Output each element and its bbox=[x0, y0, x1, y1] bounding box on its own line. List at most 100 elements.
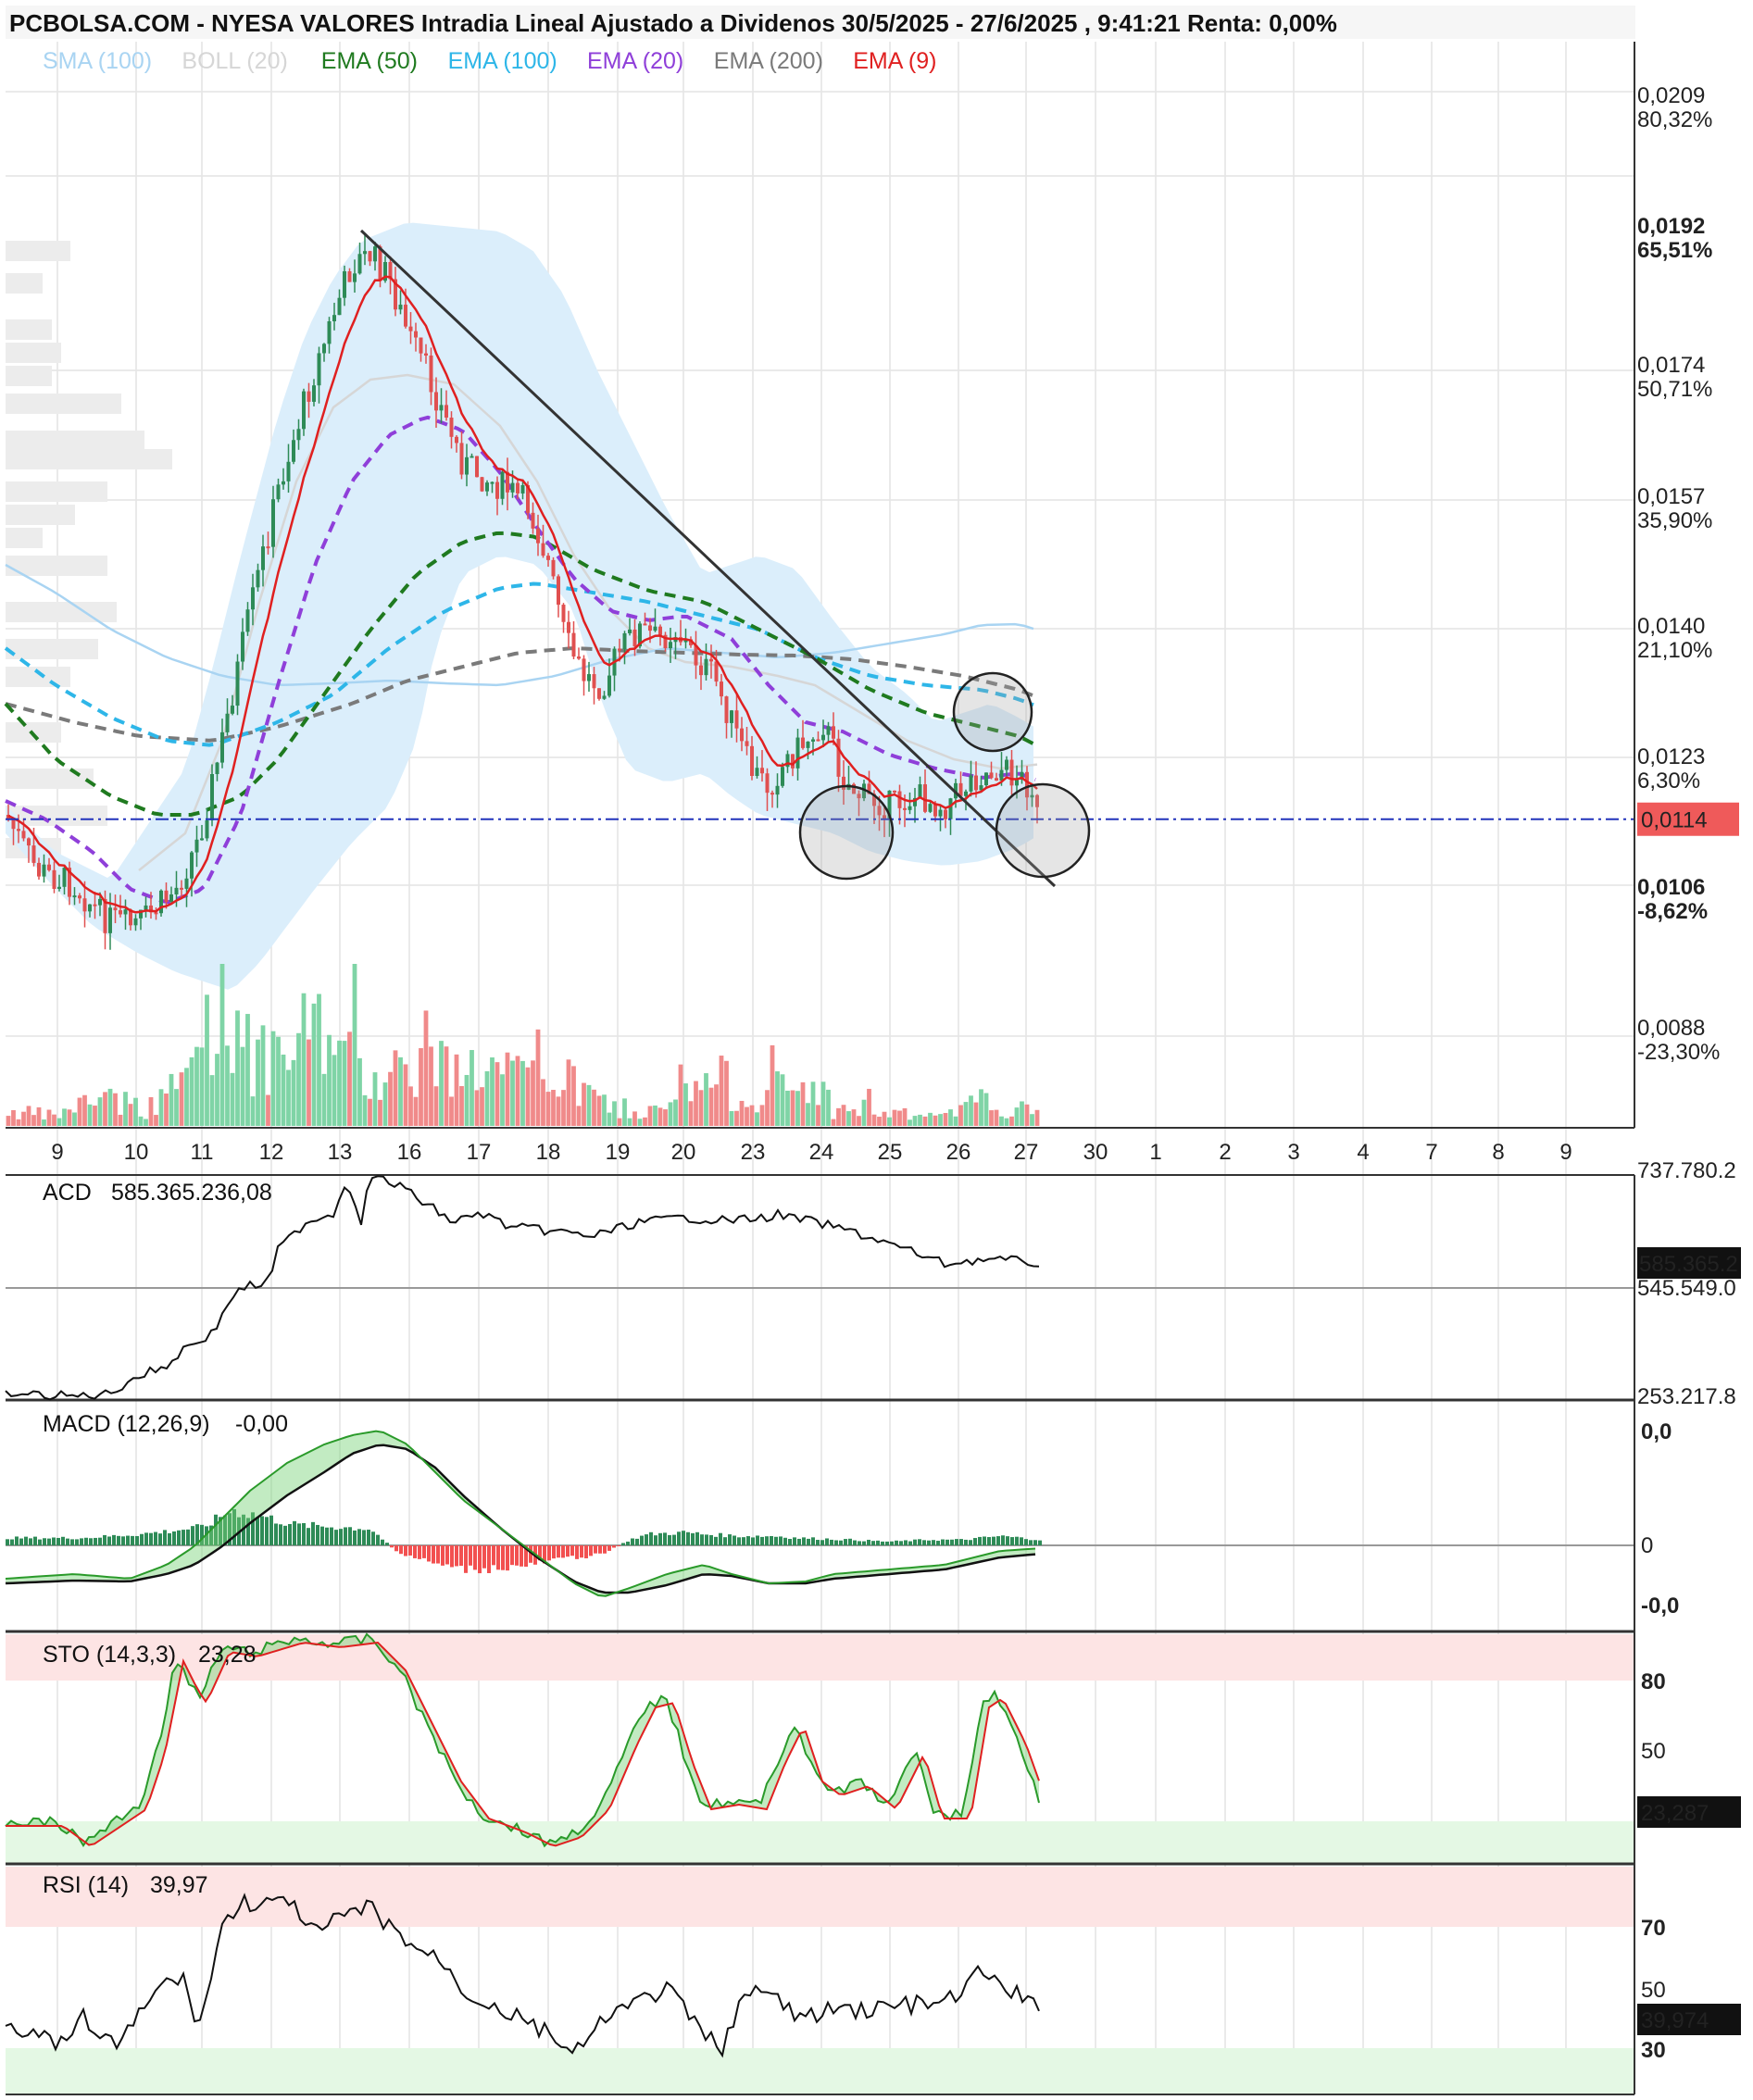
candle-body-192 bbox=[984, 772, 988, 786]
macd-hist-108 bbox=[506, 1545, 509, 1571]
volume-bar-32 bbox=[169, 1073, 174, 1126]
candle-body-97 bbox=[500, 471, 505, 499]
candle-body-78 bbox=[404, 305, 407, 327]
macd-hist-28 bbox=[135, 1535, 139, 1545]
candle-body-29 bbox=[154, 912, 158, 915]
volume-bar-165 bbox=[846, 1111, 851, 1126]
macd-hist-82 bbox=[385, 1543, 389, 1545]
macd-hist-33 bbox=[158, 1533, 162, 1545]
pct-tick-6: -8,62% bbox=[1637, 899, 1708, 924]
volume-bar-14 bbox=[77, 1097, 82, 1126]
volume-bar-31 bbox=[164, 1094, 169, 1126]
macd-hist-61 bbox=[288, 1524, 292, 1545]
candle-body-21 bbox=[113, 907, 118, 911]
candle-body-91 bbox=[470, 456, 474, 458]
rsi-current-label: 39,974 bbox=[1641, 2008, 1709, 2033]
volume-bar-56 bbox=[291, 1059, 296, 1126]
date-label-9: 20 bbox=[671, 1140, 696, 1165]
volume-bar-70 bbox=[362, 1094, 368, 1126]
volume-bar-80 bbox=[413, 1096, 419, 1126]
macd-hist-94 bbox=[441, 1545, 445, 1566]
date-label-15: 30 bbox=[1083, 1140, 1108, 1165]
candle-body-106 bbox=[546, 556, 550, 560]
candle-body-101 bbox=[520, 484, 525, 494]
volume-bar-115 bbox=[592, 1089, 596, 1126]
volume-bar-199 bbox=[1020, 1101, 1024, 1126]
sto-tick-50: 50 bbox=[1641, 1739, 1666, 1764]
macd-hist-149 bbox=[695, 1531, 699, 1545]
candle-body-50 bbox=[261, 546, 265, 570]
macd-hist-60 bbox=[283, 1525, 287, 1545]
candle-body-154 bbox=[791, 754, 795, 769]
volume-bar-79 bbox=[408, 1086, 413, 1126]
macd-hist-163 bbox=[760, 1536, 764, 1545]
candle-body-138 bbox=[709, 658, 713, 662]
volume-bar-130 bbox=[668, 1102, 673, 1126]
macd-hist-199 bbox=[927, 1540, 931, 1545]
macd-hist-29 bbox=[140, 1533, 144, 1545]
macd-hist-183 bbox=[853, 1540, 857, 1545]
macd-hist-209 bbox=[973, 1538, 977, 1545]
candle-body-34 bbox=[180, 887, 183, 890]
macd-hist-119 bbox=[557, 1545, 560, 1558]
volume-bar-201 bbox=[1030, 1114, 1034, 1126]
legend-item-6: EMA (9) bbox=[853, 48, 936, 74]
volume-bar-106 bbox=[545, 1092, 551, 1126]
date-label-18: 3 bbox=[1287, 1140, 1299, 1165]
annotation-circle-1 bbox=[952, 671, 1033, 753]
candle-body-193 bbox=[989, 772, 994, 779]
macd-hist-161 bbox=[751, 1537, 755, 1545]
macd-hist-13 bbox=[66, 1538, 69, 1545]
macd-hist-221 bbox=[1029, 1540, 1033, 1545]
volume-bar-141 bbox=[724, 1060, 729, 1126]
candle-body-45 bbox=[235, 661, 240, 706]
sto-current-label: 23,287 bbox=[1641, 1801, 1709, 1826]
candle-body-103 bbox=[531, 512, 535, 529]
volume-bar-187 bbox=[958, 1105, 963, 1126]
candle-body-68 bbox=[353, 273, 357, 282]
volume-bar-121 bbox=[622, 1098, 627, 1126]
volume-bar-181 bbox=[928, 1112, 933, 1126]
candle-body-194 bbox=[995, 778, 998, 781]
candle-body-80 bbox=[414, 331, 418, 338]
candle-body-49 bbox=[256, 569, 260, 588]
candle-body-60 bbox=[312, 385, 316, 402]
candle-body-145 bbox=[745, 741, 749, 746]
macd-hist-97 bbox=[455, 1545, 458, 1567]
volume-bar-59 bbox=[307, 1039, 311, 1126]
volume-bar-55 bbox=[286, 1069, 291, 1126]
macd-hist-107 bbox=[501, 1545, 505, 1570]
macd-hist-158 bbox=[737, 1537, 741, 1545]
volume-bar-173 bbox=[887, 1117, 892, 1126]
macd-hist-169 bbox=[788, 1539, 792, 1545]
volume-bar-19 bbox=[103, 1092, 107, 1126]
volume-bar-18 bbox=[97, 1097, 103, 1126]
volume-bar-200 bbox=[1024, 1104, 1030, 1126]
macd-hist-57 bbox=[269, 1515, 273, 1545]
macd-hist-55 bbox=[260, 1516, 264, 1545]
volume-bar-157 bbox=[806, 1103, 810, 1126]
price-tick-1: 0,0192 bbox=[1637, 214, 1705, 239]
volume-bar-202 bbox=[1034, 1109, 1040, 1126]
macd-hist-217 bbox=[1010, 1537, 1014, 1545]
macd-hist-155 bbox=[723, 1537, 727, 1545]
macd-hist-166 bbox=[774, 1536, 778, 1545]
candle-body-61 bbox=[317, 353, 321, 386]
macd-hist-132 bbox=[617, 1545, 620, 1546]
macd-hist-63 bbox=[297, 1523, 301, 1545]
volume-bar-69 bbox=[357, 1057, 362, 1126]
candle-body-2 bbox=[17, 829, 20, 831]
volume-bar-170 bbox=[871, 1114, 877, 1126]
macd-hist-35 bbox=[168, 1532, 171, 1545]
macd-hist-0 bbox=[6, 1539, 9, 1545]
candle-body-83 bbox=[429, 355, 433, 393]
macd-hist-188 bbox=[876, 1540, 880, 1545]
date-label-10: 23 bbox=[741, 1140, 766, 1165]
candle-body-181 bbox=[928, 804, 933, 812]
volume-profile-bar-7 bbox=[6, 449, 172, 469]
macd-hist-198 bbox=[922, 1540, 926, 1545]
macd-hist-178 bbox=[830, 1539, 833, 1545]
date-label-16: 1 bbox=[1149, 1140, 1161, 1165]
price-tick-7: 0,0088 bbox=[1637, 1016, 1705, 1041]
volume-profile-bar-16 bbox=[6, 769, 94, 789]
